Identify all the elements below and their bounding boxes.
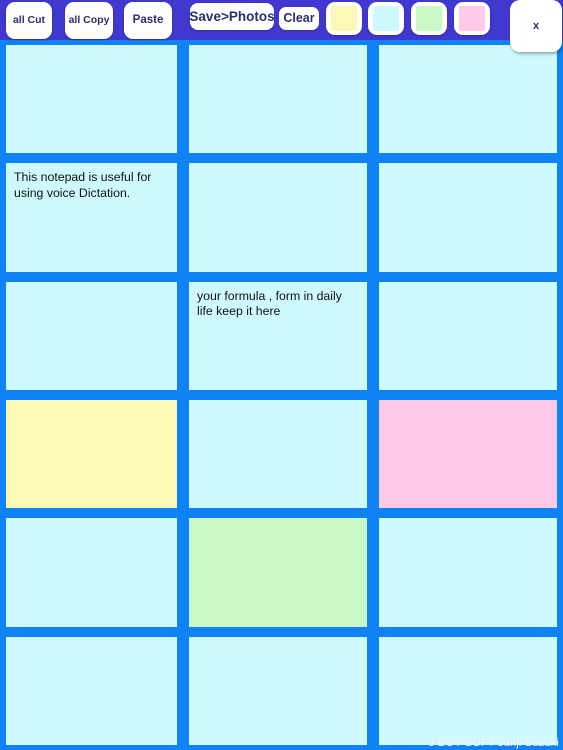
- note-cell-wrapper: [0, 513, 183, 631]
- toolbar: all Cut all Copy Paste Save>Photos Clear: [0, 0, 563, 40]
- note-cell-wrapper: [183, 513, 373, 631]
- note-cell[interactable]: [6, 400, 177, 509]
- note-cell-wrapper: [0, 40, 183, 158]
- note-cell-wrapper: [0, 277, 183, 395]
- note-cell[interactable]: [6, 636, 177, 745]
- note-cell[interactable]: your formula , form in daily life keep i…: [189, 281, 367, 390]
- note-cell-wrapper: [183, 632, 373, 750]
- note-cell-wrapper: [0, 395, 183, 513]
- color-swatch-cyan[interactable]: [368, 2, 404, 35]
- note-cell-wrapper: [373, 395, 563, 513]
- swatch-color-chip: [416, 6, 442, 31]
- note-cell-wrapper: [183, 40, 373, 158]
- footer-credit: J BOY SOFT Junji Suzuki: [428, 737, 559, 749]
- color-swatch-yellow[interactable]: [326, 2, 362, 35]
- note-cell-wrapper: [183, 158, 373, 276]
- note-cell-wrapper: This notepad is useful for using voice D…: [0, 158, 183, 276]
- note-cell[interactable]: [379, 45, 557, 154]
- swatch-color-chip: [459, 6, 485, 31]
- note-cell[interactable]: [189, 400, 367, 509]
- note-cell-wrapper: [373, 277, 563, 395]
- swatch-color-chip: [331, 6, 357, 31]
- note-cell[interactable]: [189, 45, 367, 154]
- note-cell[interactable]: [379, 518, 557, 627]
- note-cell-wrapper: [373, 632, 563, 750]
- note-cell[interactable]: [379, 163, 557, 272]
- note-cell-wrapper: [373, 513, 563, 631]
- note-cell-wrapper: [183, 395, 373, 513]
- note-cell[interactable]: [189, 636, 367, 745]
- close-button[interactable]: x: [510, 0, 562, 52]
- note-cell[interactable]: [189, 518, 367, 627]
- note-cell-wrapper: [373, 158, 563, 276]
- note-cell[interactable]: [379, 400, 557, 509]
- note-cell-wrapper: [0, 632, 183, 750]
- all-cut-button[interactable]: all Cut: [6, 2, 52, 39]
- note-cell[interactable]: [189, 163, 367, 272]
- swatch-color-chip: [373, 6, 399, 31]
- note-grid: This notepad is useful for using voice D…: [0, 40, 563, 750]
- note-cell[interactable]: [6, 518, 177, 627]
- note-cell[interactable]: [6, 281, 177, 390]
- note-cell-wrapper: your formula , form in daily life keep i…: [183, 277, 373, 395]
- note-cell[interactable]: This notepad is useful for using voice D…: [6, 163, 177, 272]
- save-to-photos-button[interactable]: Save>Photos: [189, 3, 275, 30]
- color-swatch-pink[interactable]: [454, 2, 490, 35]
- note-cell[interactable]: [6, 45, 177, 154]
- color-swatch-green[interactable]: [411, 2, 447, 35]
- clear-button[interactable]: Clear: [279, 7, 319, 30]
- all-copy-button[interactable]: all Copy: [65, 2, 113, 39]
- note-cell[interactable]: [379, 281, 557, 390]
- paste-button[interactable]: Paste: [124, 2, 172, 39]
- note-cell-wrapper: [373, 40, 563, 158]
- note-cell[interactable]: [379, 636, 557, 745]
